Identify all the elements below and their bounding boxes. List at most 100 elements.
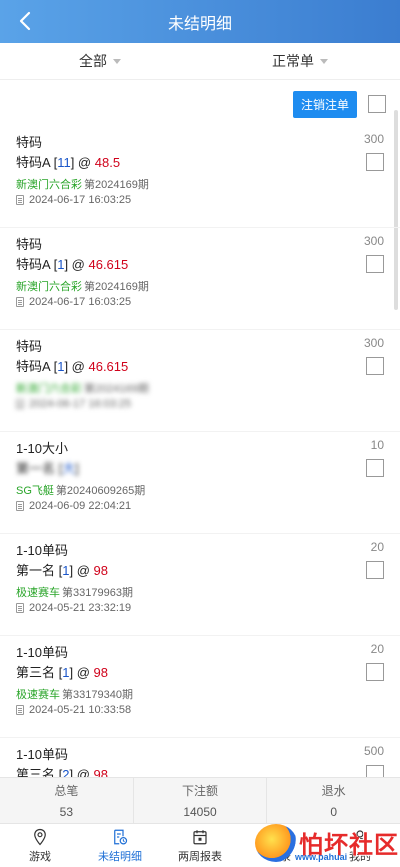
calendar-icon [193,829,207,844]
bet-amount: 20 [370,540,384,554]
bet-time: 2024-06-17 16:03:25 [16,398,131,410]
document-icon [16,195,24,205]
bet-checkbox[interactable] [366,765,384,777]
summary-stake: 下注额 14050 [134,778,268,823]
bet-amount: 300 [363,234,384,248]
bet-time-text: 2024-06-17 16:03:25 [29,296,132,308]
bet-lottery: 极速赛车 第33179963期 [16,584,133,600]
bet-odds: 98 [93,665,108,680]
bet-category: 1-10大小 [16,441,69,456]
filter-status-label: 正常单 [272,53,314,69]
bet-list[interactable]: 注销注单 特码 300 特码A [11] @ 48.5 新澳门六合彩 第20241… [0,80,400,777]
bet-checkbox[interactable] [366,153,384,171]
tab-label: 未结明细 [98,850,142,863]
bet-item: 特码 300 特码A [1] @ 46.615 新澳门六合彩 第2024169期 … [0,330,400,432]
document-icon [16,297,24,307]
bet-name: 第三名 [16,767,56,777]
bet-odds: 98 [93,563,108,578]
bet-odds: 48.5 [94,155,121,170]
bet-number: 大 [62,461,76,476]
bet-name: 第三名 [16,665,56,680]
user-icon [353,829,367,844]
bet-time: 2024-05-21 23:32:19 [16,602,131,614]
bet-number: 1 [57,257,65,272]
bet-name: 特码A [16,155,50,170]
tab-label: 我的 [349,850,371,863]
bet-selection: 第一名 [1] @ 98 [16,563,108,578]
bet-number: 1 [62,563,70,578]
bet-odds: 98 [93,767,108,777]
bet-lottery: SG飞艇 第20240609265期 [16,482,145,498]
tab-mine[interactable]: 我的 [320,824,400,867]
bet-time: 2024-06-09 22:04:21 [16,500,131,512]
lottery-name: SG飞艇 [16,485,54,497]
filter-bar: 全部 正常单 [0,43,400,80]
lottery-period: 第2024169期 [84,179,149,191]
bet-item: 特码 300 特码A [11] @ 48.5 新澳门六合彩 第2024169期 2… [0,126,400,228]
lottery-period: 第33179963期 [62,587,133,599]
bet-checkbox[interactable] [366,459,384,477]
bet-lottery: 极速赛车 第33179340期 [16,686,133,702]
bet-checkbox[interactable] [366,357,384,375]
caret-down-icon [320,58,328,64]
bet-number: 1 [57,359,65,374]
header-bar: 未结明细 [0,0,400,43]
list-icon [274,832,286,841]
bet-name: 特码A [16,257,50,272]
summary-rebate: 退水 0 [267,778,400,823]
lottery-period: 第33179340期 [62,689,133,701]
bet-selection: 特码A [1] @ 46.615 [16,257,129,272]
summary-total-value: 53 [59,805,74,819]
lottery-name: 极速赛车 [16,587,60,599]
bet-selection: 第一名 [大] [16,461,79,476]
bet-name: 特码A [16,359,50,374]
bet-lottery: 新澳门六合彩 第2024169期 [16,380,149,396]
select-all-checkbox[interactable] [368,95,386,113]
bet-number: 1 [62,665,70,680]
bet-category: 1-10单码 [16,543,69,558]
bet-time-text: 2024-05-21 23:32:19 [29,602,132,614]
bet-category: 特码 [16,135,43,150]
bet-odds: 46.615 [88,257,129,272]
summary-total: 总笔 53 [0,778,134,823]
lottery-period: 第20240609265期 [55,485,146,497]
bet-time: 2024-06-17 16:03:25 [16,194,131,206]
summary-stake-value: 14050 [183,805,217,819]
bet-item: 1-10单码 500 第三名 [2] @ 98 [0,738,400,777]
bet-item: 特码 300 特码A [1] @ 46.615 新澳门六合彩 第2024169期 … [0,228,400,330]
lottery-name: 极速赛车 [16,689,60,701]
tab-report[interactable]: 两周报表 [160,824,240,867]
document-icon [16,603,24,613]
bet-amount: 20 [370,642,384,656]
bet-category: 1-10单码 [16,747,69,762]
bet-time: 2024-06-17 16:03:25 [16,296,131,308]
bottom-tab-bar: 游戏 未结明细 两周报表 记录 我的 [0,823,400,867]
bet-item: 1-10大小 10 第一名 [大] SG飞艇 第20240609265期 2024… [0,432,400,534]
chevron-left-icon[interactable] [14,9,38,33]
bet-checkbox[interactable] [366,255,384,273]
receipt-clock-icon [114,829,128,844]
bet-selection: 特码A [1] @ 46.615 [16,359,129,374]
cancel-bets-button[interactable]: 注销注单 [292,91,357,118]
bet-number: 11 [57,155,71,170]
bet-amount: 300 [363,132,384,146]
tab-records[interactable]: 记录 [240,824,320,867]
bet-checkbox[interactable] [366,561,384,579]
tab-label: 游戏 [29,850,51,863]
bet-category: 特码 [16,339,43,354]
tab-game[interactable]: 游戏 [0,824,80,867]
bet-item: 1-10单码 20 第一名 [1] @ 98 极速赛车 第33179963期 20… [0,534,400,636]
bet-category: 特码 [16,237,43,252]
tab-label: 两周报表 [178,850,222,863]
bet-checkbox[interactable] [366,663,384,681]
caret-down-icon [113,58,121,64]
summary-total-label: 总笔 [54,784,79,798]
filter-all-dropdown[interactable]: 全部 [0,43,200,79]
lottery-period: 第2024169期 [84,383,149,395]
bet-lottery: 新澳门六合彩 第2024169期 [16,278,149,294]
filter-status-dropdown[interactable]: 正常单 [200,43,400,79]
tab-unsettled[interactable]: 未结明细 [80,824,160,867]
bet-amount: 10 [370,438,384,452]
bet-odds: 46.615 [88,359,129,374]
lottery-name: 新澳门六合彩 [16,281,82,293]
